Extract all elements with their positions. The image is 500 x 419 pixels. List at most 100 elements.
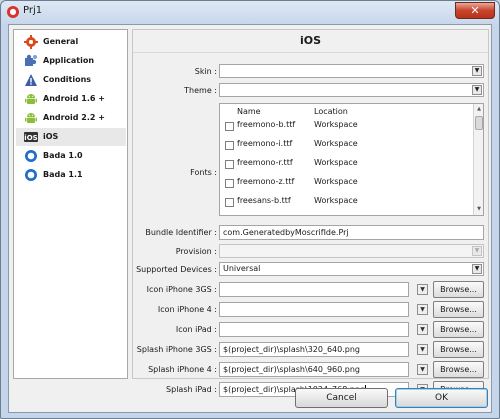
icon-ipad-label: Icon iPad : — [175, 325, 217, 334]
warning-icon — [24, 73, 38, 87]
font-checkbox[interactable] — [225, 179, 234, 188]
android-icon — [24, 92, 38, 106]
skin-select[interactable]: ▼ — [219, 64, 484, 78]
font-list-item[interactable]: freemono-i.ttf Workspace — [220, 136, 470, 152]
scroll-thumb[interactable] — [475, 116, 483, 130]
font-name: freemono-r.ttf — [237, 158, 293, 167]
bundle-identifier-label: Bundle Identifier : — [145, 228, 217, 237]
font-list-item[interactable]: freemono-r.ttf Workspace — [220, 155, 470, 171]
provision-select[interactable]: ▼ — [219, 244, 484, 258]
splash-ipad-label: Splash iPad : — [166, 385, 217, 394]
sidebar-item-ios[interactable]: iOS iOS — [16, 128, 126, 146]
splash-iphone-4-input[interactable]: $(project_dir)\splash\640_960.png — [219, 362, 409, 377]
theme-label: Theme : — [184, 86, 217, 95]
sidebar-item-bada-1-0[interactable]: Bada 1.0 — [16, 147, 126, 165]
chevron-down-icon[interactable]: ▼ — [472, 246, 482, 256]
browse-button-label: Browse... — [440, 365, 477, 374]
sidebar-item-label: Application — [43, 56, 95, 65]
gear-icon — [24, 35, 38, 49]
chevron-down-icon[interactable]: ▼ — [417, 324, 428, 335]
font-name: freesans-b.ttf — [237, 196, 291, 205]
fonts-header-name: Name — [237, 107, 261, 116]
chevron-down-icon[interactable]: ▼ — [472, 264, 482, 274]
icon-iphone-4-label: Icon iPhone 4 : — [157, 305, 217, 314]
ios-settings-panel: iOS Skin : ▼ Theme : ▼ Fonts : Name Loca… — [132, 29, 489, 398]
browse-button[interactable]: Browse... — [433, 321, 484, 338]
font-location: Workspace — [314, 158, 358, 167]
browse-button[interactable]: Browse... — [433, 281, 484, 298]
sidebar-item-label: General — [43, 37, 79, 46]
title-divider — [133, 52, 488, 53]
skin-label: Skin : — [194, 67, 217, 76]
chevron-down-icon[interactable]: ▼ — [417, 304, 428, 315]
splash-iphone-3gs-value: $(project_dir)\splash\320_640.png — [223, 345, 360, 354]
supported-devices-value: Universal — [223, 264, 261, 273]
splash-iphone-3gs-label: Splash iPhone 3GS : — [136, 345, 217, 354]
provision-label: Provision : — [175, 247, 217, 256]
sidebar-item-label: Bada 1.0 — [43, 151, 83, 160]
chevron-down-icon[interactable]: ▼ — [417, 364, 428, 375]
font-checkbox[interactable] — [225, 122, 234, 131]
chevron-down-icon[interactable]: ▼ — [472, 85, 482, 95]
sidebar-item-general[interactable]: General — [16, 33, 126, 51]
icon-iphone-3gs-label: Icon iPhone 3GS : — [146, 285, 217, 294]
title-bar[interactable]: ● Prj1 ✕ — [1, 1, 499, 23]
sidebar-item-label: Android 1.6 + — [43, 94, 105, 103]
theme-select[interactable]: ▼ — [219, 83, 484, 97]
scroll-down-icon[interactable]: ▼ — [475, 205, 483, 213]
scroll-up-icon[interactable]: ▲ — [475, 105, 483, 113]
font-checkbox[interactable] — [225, 141, 234, 150]
font-location: Workspace — [314, 196, 358, 205]
browse-button[interactable]: Browse... — [433, 341, 484, 358]
ok-button[interactable]: OK — [395, 388, 488, 408]
browse-button[interactable]: Browse... — [433, 361, 484, 378]
font-list-item[interactable]: freesans-b.ttf Workspace — [220, 193, 470, 209]
sidebar-item-conditions[interactable]: Conditions — [16, 71, 126, 89]
svg-text:iOS: iOS — [24, 134, 37, 142]
chevron-down-icon[interactable]: ▼ — [417, 344, 428, 355]
font-list-item[interactable]: freemono-b.ttf Workspace — [220, 117, 470, 133]
bundle-identifier-input[interactable]: com.GeneratedbyMoscrifIde.Prj — [219, 225, 484, 240]
font-name: freemono-z.ttf — [237, 177, 295, 186]
splash-iphone-3gs-input[interactable]: $(project_dir)\splash\320_640.png — [219, 342, 409, 357]
sidebar-item-application[interactable]: Application — [16, 52, 126, 70]
ok-button-label: OK — [435, 393, 448, 403]
sidebar-item-android-2-2[interactable]: Android 2.2 + — [16, 109, 126, 127]
font-name: freemono-b.ttf — [237, 120, 296, 129]
cancel-button[interactable]: Cancel — [295, 388, 388, 408]
dialog-body: General Application Conditions Android 1.6 … — [8, 24, 492, 413]
browse-button-label: Browse... — [440, 285, 477, 294]
chevron-down-icon[interactable]: ▼ — [472, 66, 482, 76]
sidebar-item-label: Android 2.2 + — [43, 113, 105, 122]
fonts-header-location: Location — [314, 107, 348, 116]
sidebar-item-bada-1-1[interactable]: Bada 1.1 — [16, 166, 126, 184]
android-icon — [24, 111, 38, 125]
sidebar-item-label: Bada 1.1 — [43, 170, 83, 179]
browse-button[interactable]: Browse... — [433, 301, 484, 318]
fonts-label: Fonts : — [190, 168, 217, 177]
supported-devices-label: Supported Devices : — [136, 265, 217, 274]
font-list-item[interactable]: freemono-z.ttf Workspace — [220, 174, 470, 190]
icon-ipad-input[interactable] — [219, 322, 409, 337]
close-button[interactable]: ✕ — [455, 2, 495, 19]
supported-devices-select[interactable]: Universal ▼ — [219, 262, 484, 276]
splash-iphone-4-value: $(project_dir)\splash\640_960.png — [223, 365, 360, 374]
browse-button-label: Browse... — [440, 305, 477, 314]
sidebar-item-label: iOS — [43, 132, 59, 141]
settings-sidebar: General Application Conditions Android 1.6 … — [13, 29, 128, 379]
page-title: iOS — [299, 34, 322, 47]
font-checkbox[interactable] — [225, 160, 234, 169]
font-name: freemono-i.ttf — [237, 139, 293, 148]
icon-iphone-4-input[interactable] — [219, 302, 409, 317]
font-checkbox[interactable] — [225, 198, 234, 207]
browse-button-label: Browse... — [440, 345, 477, 354]
sidebar-item-android-1-6[interactable]: Android 1.6 + — [16, 90, 126, 108]
sidebar-item-label: Conditions — [43, 75, 92, 84]
splash-iphone-4-label: Splash iPhone 4 : — [148, 365, 217, 374]
font-location: Workspace — [314, 120, 358, 129]
fonts-scrollbar[interactable]: ▲ ▼ — [473, 104, 483, 215]
fonts-list[interactable]: Name Location freemono-b.ttf Workspace f… — [219, 103, 484, 216]
chevron-down-icon[interactable]: ▼ — [417, 284, 428, 295]
ios-icon: iOS — [24, 130, 38, 144]
icon-iphone-3gs-input[interactable] — [219, 282, 409, 297]
